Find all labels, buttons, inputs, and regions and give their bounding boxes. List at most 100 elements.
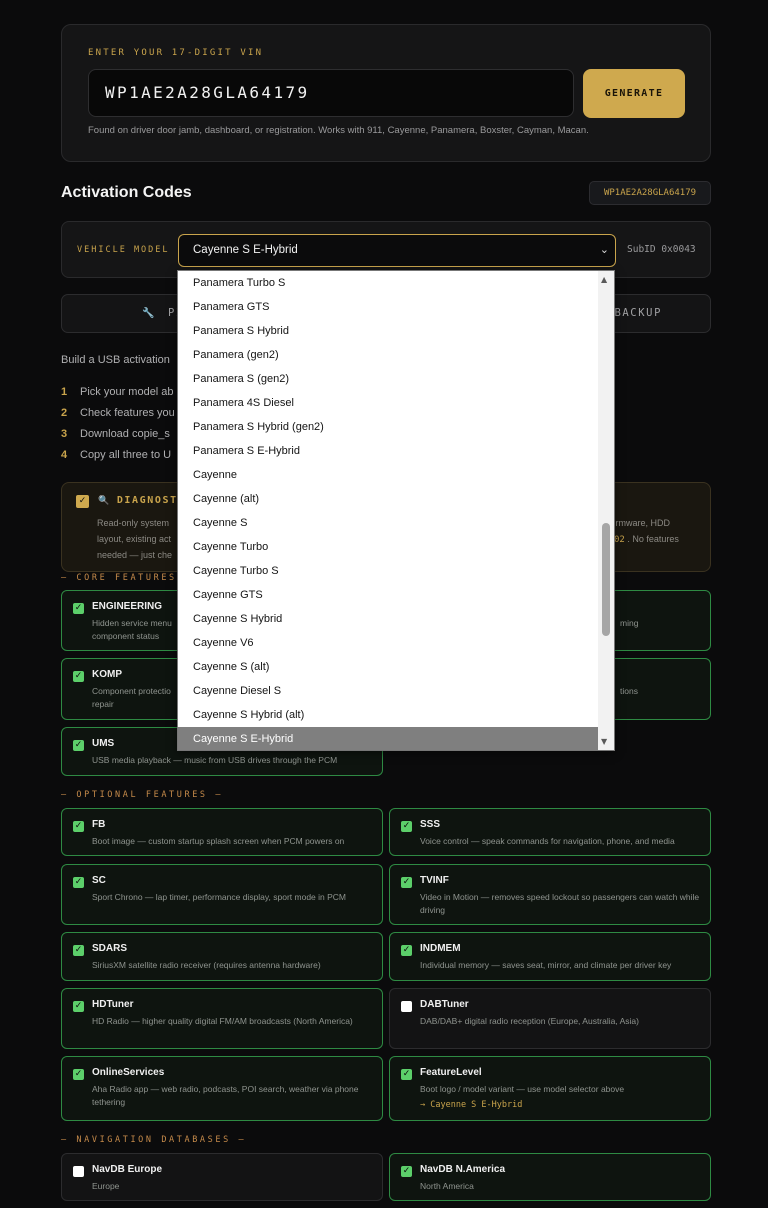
- navdb-card-namerica[interactable]: ✓ NavDB N.America North America: [389, 1153, 711, 1201]
- feature-name: FeatureLevel: [420, 1067, 482, 1078]
- navdb-checkbox[interactable]: [73, 1166, 84, 1177]
- feature-level-model: → Cayenne S E-Hybrid: [420, 1100, 523, 1110]
- feature-card-dabtuner[interactable]: DABTuner DAB/DAB+ digital radio receptio…: [389, 988, 711, 1049]
- feature-card-sss[interactable]: ✓ SSS Voice control — speak commands for…: [389, 808, 711, 856]
- model-option[interactable]: Cayenne Turbo S: [178, 559, 598, 583]
- model-option[interactable]: Cayenne S Hybrid (alt): [178, 703, 598, 727]
- feature-desc: ming: [620, 618, 639, 628]
- subid-label: SubID 0x0043: [627, 244, 696, 255]
- model-option[interactable]: Cayenne Turbo: [178, 535, 598, 559]
- diagnostic-desc-right-2: 02 . No features: [614, 534, 679, 545]
- feature-name: HDTuner: [92, 999, 134, 1010]
- feature-checkbox[interactable]: ✓: [73, 603, 84, 614]
- model-option[interactable]: Cayenne: [178, 463, 598, 487]
- model-option[interactable]: Panamera S E-Hybrid: [178, 439, 598, 463]
- feature-desc: Video in Motion — removes speed lockout …: [420, 892, 700, 915]
- diagnostic-desc: Read-only system layout, existing act ne…: [97, 518, 173, 560]
- step-item: 1 Pick your model ab: [61, 386, 174, 398]
- feature-checkbox[interactable]: ✓: [73, 671, 84, 682]
- model-option[interactable]: Panamera S Hybrid (gen2): [178, 415, 598, 439]
- feature-desc: Boot logo / model variant — use model se…: [420, 1084, 625, 1094]
- model-option[interactable]: Cayenne Diesel S: [178, 679, 598, 703]
- feature-checkbox[interactable]: [401, 1001, 412, 1012]
- feature-checkbox[interactable]: ✓: [73, 740, 84, 751]
- feature-desc: HD Radio — higher quality digital FM/AM …: [92, 1016, 353, 1026]
- vehicle-model-select[interactable]: Cayenne S E-Hybrid ⌄: [178, 234, 616, 267]
- model-option-selected[interactable]: Cayenne S E-Hybrid: [178, 727, 598, 750]
- feature-name: FB: [92, 819, 106, 830]
- feature-checkbox[interactable]: ✓: [73, 821, 84, 832]
- feature-checkbox[interactable]: ✓: [73, 1069, 84, 1080]
- scroll-up-icon[interactable]: ▲: [601, 275, 607, 284]
- generate-button[interactable]: GENERATE: [583, 69, 685, 118]
- vin-badge: WP1AE2A28GLA64179: [589, 181, 711, 205]
- diagnostic-checkbox[interactable]: ✓: [76, 495, 89, 508]
- feature-desc: Boot image — custom startup splash scree…: [92, 836, 345, 846]
- feature-card-featurelevel[interactable]: ✓ FeatureLevel Boot logo / model variant…: [389, 1056, 711, 1121]
- diagnostic-desc-right: firmware, HDD: [611, 518, 671, 528]
- feature-name: TVINF: [420, 875, 449, 886]
- feature-checkbox[interactable]: ✓: [73, 1001, 84, 1012]
- model-option[interactable]: Panamera S Hybrid: [178, 319, 598, 343]
- scrollbar-thumb[interactable]: [602, 523, 610, 636]
- navdb-card-europe[interactable]: NavDB Europe Europe: [61, 1153, 383, 1201]
- chevron-down-icon: ⌄: [599, 244, 609, 256]
- navdb-checkbox[interactable]: ✓: [401, 1166, 412, 1177]
- intro-text: Build a USB activation: [61, 354, 170, 366]
- feature-card-indmem[interactable]: ✓ INDMEM Individual memory — saves seat,…: [389, 932, 711, 981]
- model-option[interactable]: Panamera GTS: [178, 295, 598, 319]
- feature-name: SSS: [420, 819, 441, 830]
- model-option[interactable]: Cayenne S Hybrid: [178, 607, 598, 631]
- model-option[interactable]: Panamera Turbo S: [178, 271, 598, 295]
- feature-checkbox[interactable]: ✓: [73, 877, 84, 888]
- feature-desc: Voice control — speak commands for navig…: [420, 836, 675, 846]
- model-option[interactable]: Panamera 4S Diesel: [178, 391, 598, 415]
- feature-desc: Individual memory — saves seat, mirror, …: [420, 960, 672, 970]
- feature-card-onlineservices[interactable]: ✓ OnlineServices Aha Radio app — web rad…: [61, 1056, 383, 1121]
- feature-checkbox[interactable]: ✓: [73, 945, 84, 956]
- vin-label: ENTER YOUR 17-DIGIT VIN: [88, 48, 264, 58]
- model-option[interactable]: Cayenne (alt): [178, 487, 598, 511]
- navdb-name: NavDB Europe: [92, 1164, 163, 1175]
- feature-desc: SiriusXM satellite radio receiver (requi…: [92, 960, 321, 970]
- model-option[interactable]: Cayenne V6: [178, 631, 598, 655]
- model-option[interactable]: Cayenne S (alt): [178, 655, 598, 679]
- scroll-down-icon[interactable]: ▼: [601, 737, 607, 746]
- feature-name: SC: [92, 875, 106, 886]
- feature-checkbox[interactable]: ✓: [401, 877, 412, 888]
- model-option[interactable]: Panamera (gen2): [178, 343, 598, 367]
- feature-checkbox[interactable]: ✓: [401, 821, 412, 832]
- feature-card-sdars[interactable]: ✓ SDARS SiriusXM satellite radio receive…: [61, 932, 383, 981]
- vin-hint: Found on driver door jamb, dashboard, or…: [88, 125, 589, 136]
- activation-codes-title: Activation Codes: [61, 184, 192, 201]
- feature-checkbox[interactable]: ✓: [401, 945, 412, 956]
- dropdown-scrollbar[interactable]: ▲ ▼: [598, 271, 614, 750]
- feature-name: UMS: [92, 738, 115, 749]
- feature-name: SDARS: [92, 943, 128, 954]
- feature-desc: DAB/DAB+ digital radio reception (Europe…: [420, 1016, 639, 1026]
- feature-desc: USB media playback — music from USB driv…: [92, 755, 338, 765]
- feature-card-tvinf[interactable]: ✓ TVINF Video in Motion — removes speed …: [389, 864, 711, 925]
- feature-desc: tions: [620, 686, 638, 696]
- vehicle-model-dropdown[interactable]: Panamera Turbo S Panamera GTS Panamera S…: [177, 270, 615, 751]
- step-item: 2 Check features you: [61, 407, 175, 419]
- wrench-icon: 🔧: [142, 308, 157, 319]
- feature-name: INDMEM: [420, 943, 461, 954]
- feature-card-fb[interactable]: ✓ FB Boot image — custom startup splash …: [61, 808, 383, 856]
- selected-model: Cayenne S E-Hybrid: [193, 244, 298, 256]
- step-item: 4 Copy all three to U: [61, 449, 172, 461]
- navdb-desc: Europe: [92, 1181, 120, 1191]
- feature-desc: Sport Chrono — lap timer, performance di…: [92, 892, 347, 902]
- vin-input[interactable]: WP1AE2A28GLA64179: [88, 69, 574, 117]
- feature-name: ENGINEERING: [92, 601, 163, 612]
- feature-desc: Aha Radio app — web radio, podcasts, POI…: [92, 1084, 359, 1107]
- model-option[interactable]: Panamera S (gen2): [178, 367, 598, 391]
- navdb-desc: North America: [420, 1181, 474, 1191]
- feature-checkbox[interactable]: ✓: [401, 1069, 412, 1080]
- feature-name: KOMP: [92, 669, 122, 680]
- feature-card-hdtuner[interactable]: ✓ HDTuner HD Radio — higher quality digi…: [61, 988, 383, 1049]
- model-option[interactable]: Cayenne GTS: [178, 583, 598, 607]
- feature-card-sc[interactable]: ✓ SC Sport Chrono — lap timer, performan…: [61, 864, 383, 925]
- model-option[interactable]: Cayenne S: [178, 511, 598, 535]
- vin-card: ENTER YOUR 17-DIGIT VIN WP1AE2A28GLA6417…: [61, 24, 711, 162]
